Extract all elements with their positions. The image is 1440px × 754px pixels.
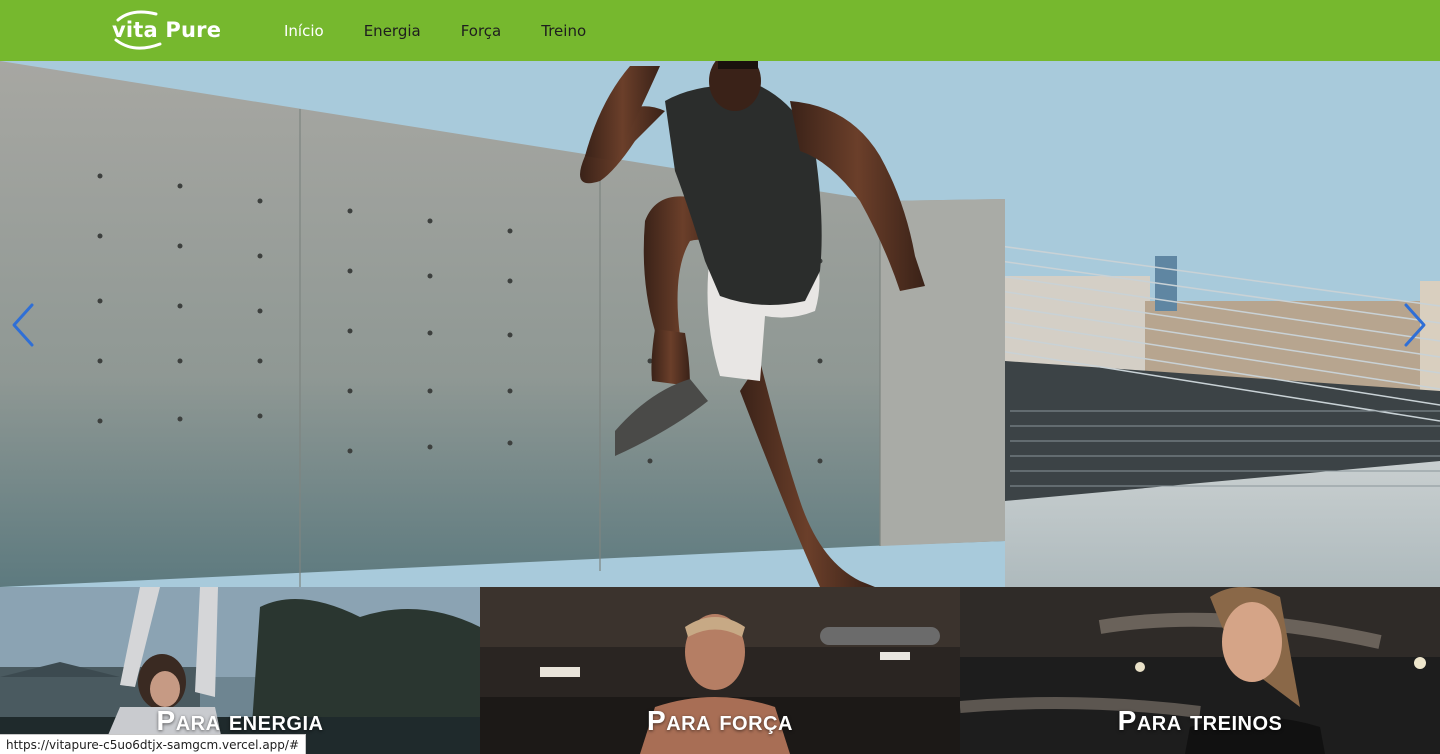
nav-link-treino[interactable]: Treino (541, 22, 586, 40)
hero-carousel (0, 61, 1440, 587)
main-nav: Início Energia Força Treino (284, 0, 626, 61)
hero-image (0, 61, 1440, 587)
nav-link-energia[interactable]: Energia (364, 22, 421, 40)
carousel-next-button[interactable] (1400, 301, 1430, 349)
chevron-left-icon (12, 303, 34, 347)
card-forca-title: Para força (647, 705, 793, 736)
nav-link-forca[interactable]: Força (461, 22, 502, 40)
card-energia-title: Para energia (156, 705, 324, 736)
card-energia[interactable]: Para energia (0, 587, 480, 754)
nav-link-inicio[interactable]: Início (284, 22, 324, 40)
card-treinos[interactable]: Para treinos (960, 587, 1440, 754)
status-bar-url: https://vitapure-c5uo6dtjx-samgcm.vercel… (0, 734, 306, 754)
top-navbar: vita Pure Início Energia Força Treino (0, 0, 1440, 61)
brand-name: vita Pure (112, 18, 221, 42)
category-cards: Para energia Para força Para treinos (0, 587, 1440, 754)
carousel-prev-button[interactable] (8, 301, 38, 349)
chevron-right-icon (1404, 303, 1426, 347)
brand-name-part1: vita (112, 18, 158, 42)
card-treinos-title: Para treinos (1117, 705, 1283, 736)
brand-logo[interactable]: vita Pure (112, 6, 236, 52)
card-forca[interactable]: Para força (480, 587, 960, 754)
brand-name-part2: Pure (165, 18, 222, 42)
